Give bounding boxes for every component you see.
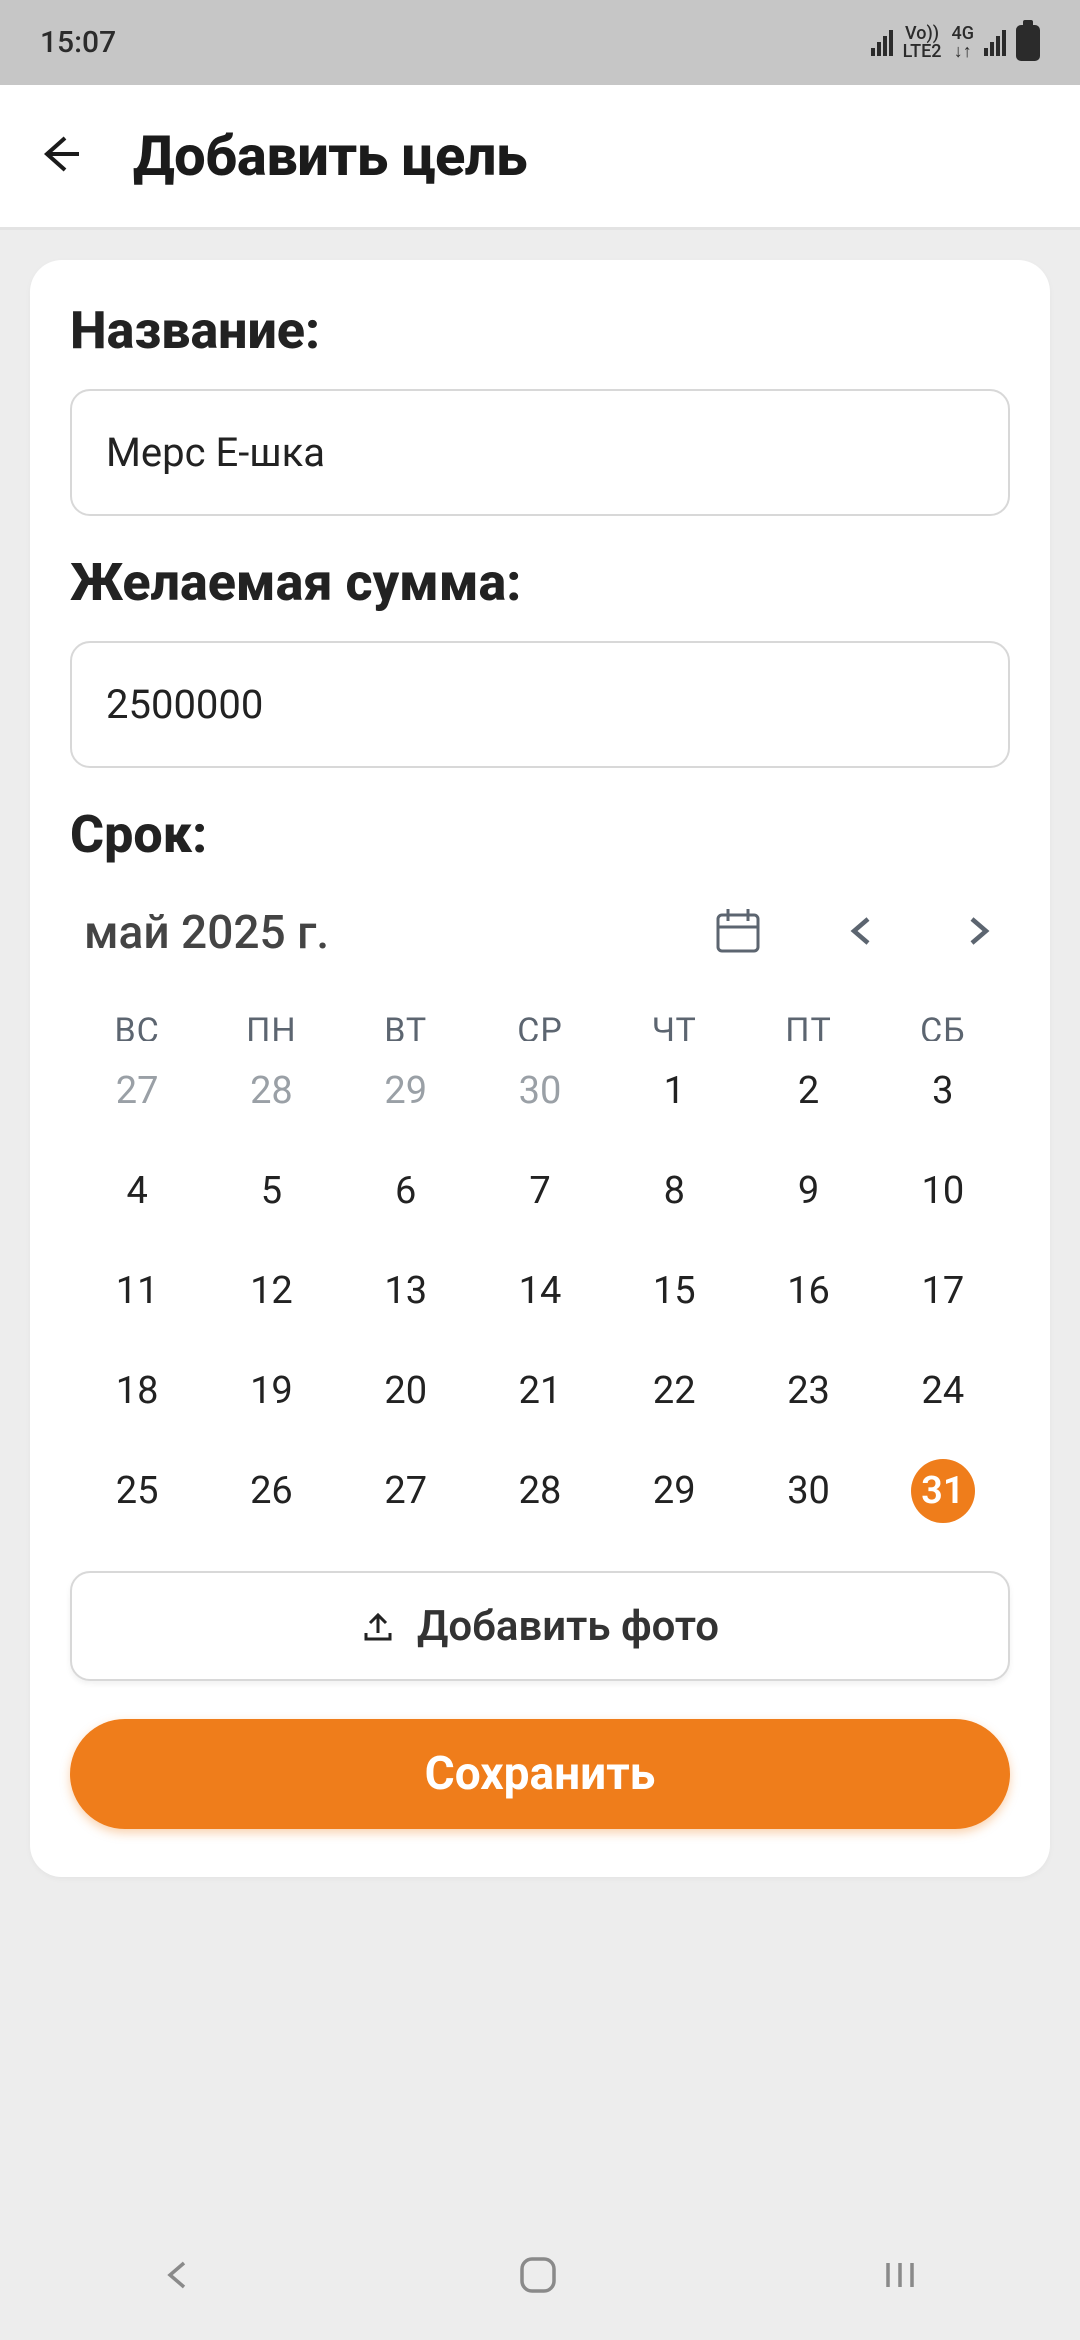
deadline-label: Срок: <box>70 804 1010 865</box>
goal-form-card: Название: Желаемая сумма: Срок: май 2025… <box>30 260 1050 1877</box>
calendar-day[interactable]: 6 <box>339 1141 473 1241</box>
calendar-weekday: СР <box>473 991 607 1041</box>
nav-home-icon[interactable] <box>516 2253 560 2297</box>
calendar-day[interactable]: 1 <box>607 1041 741 1141</box>
add-photo-button[interactable]: Добавить фото <box>70 1571 1010 1681</box>
save-button[interactable]: Сохранить <box>70 1719 1010 1829</box>
calendar-day[interactable]: 17 <box>876 1241 1010 1341</box>
calendar-day[interactable]: 23 <box>741 1341 875 1441</box>
calendar-month-label[interactable]: май 2025 г. <box>84 906 329 960</box>
page-title: Добавить цель <box>133 123 527 189</box>
calendar-weekday: ПТ <box>741 991 875 1041</box>
calendar-day[interactable]: 15 <box>607 1241 741 1341</box>
back-button[interactable] <box>35 130 83 182</box>
upload-icon <box>361 1609 395 1643</box>
calendar-day[interactable]: 25 <box>70 1441 204 1541</box>
calendar: май 2025 г. ВСПНВТСРЧТПТСБ27282930123456… <box>70 905 1010 1541</box>
calendar-day[interactable]: 27 <box>339 1441 473 1541</box>
app-header: Добавить цель <box>0 85 1080 230</box>
status-time: 15:07 <box>40 25 116 60</box>
calendar-day[interactable]: 28 <box>473 1441 607 1541</box>
calendar-day[interactable]: 18 <box>70 1341 204 1441</box>
calendar-icon[interactable] <box>712 905 764 961</box>
calendar-day[interactable]: 24 <box>876 1341 1010 1441</box>
calendar-day[interactable]: 31 <box>876 1441 1010 1541</box>
calendar-day[interactable]: 2 <box>741 1041 875 1141</box>
arrow-left-icon <box>35 130 83 178</box>
calendar-day[interactable]: 28 <box>204 1041 338 1141</box>
battery-icon <box>1016 25 1040 61</box>
calendar-day[interactable]: 14 <box>473 1241 607 1341</box>
calendar-day[interactable]: 4 <box>70 1141 204 1241</box>
calendar-day[interactable]: 30 <box>741 1441 875 1541</box>
calendar-day[interactable]: 29 <box>607 1441 741 1541</box>
calendar-day[interactable]: 12 <box>204 1241 338 1341</box>
calendar-day[interactable]: 8 <box>607 1141 741 1241</box>
calendar-day[interactable]: 20 <box>339 1341 473 1441</box>
calendar-weekday: ВС <box>70 991 204 1041</box>
calendar-day[interactable]: 11 <box>70 1241 204 1341</box>
calendar-day[interactable]: 19 <box>204 1341 338 1441</box>
prev-month-button[interactable] <box>844 913 880 953</box>
nav-recents-icon[interactable] <box>880 2257 920 2293</box>
status-bar: 15:07 Vo))LTE2 4G↓↑ <box>0 0 1080 85</box>
name-label: Название: <box>70 300 1010 361</box>
network-4g: 4G↓↑ <box>952 25 975 61</box>
signal-icon-2 <box>984 30 1006 56</box>
calendar-day[interactable]: 29 <box>339 1041 473 1141</box>
calendar-day[interactable]: 3 <box>876 1041 1010 1141</box>
status-indicators: Vo))LTE2 4G↓↑ <box>871 25 1040 61</box>
calendar-day[interactable]: 5 <box>204 1141 338 1241</box>
amount-label: Желаемая сумма: <box>70 552 1010 613</box>
system-nav-bar <box>0 2210 1080 2340</box>
amount-input[interactable] <box>70 641 1010 768</box>
calendar-day[interactable]: 21 <box>473 1341 607 1441</box>
calendar-weekday: ЧТ <box>607 991 741 1041</box>
calendar-weekday: ВТ <box>339 991 473 1041</box>
calendar-day[interactable]: 10 <box>876 1141 1010 1241</box>
name-input[interactable] <box>70 389 1010 516</box>
calendar-weekday: ПН <box>204 991 338 1041</box>
calendar-day[interactable]: 30 <box>473 1041 607 1141</box>
network-label: Vo))LTE2 <box>903 25 942 61</box>
add-photo-label: Добавить фото <box>417 1602 719 1651</box>
signal-icon <box>871 30 893 56</box>
next-month-button[interactable] <box>960 913 996 953</box>
calendar-day[interactable]: 16 <box>741 1241 875 1341</box>
calendar-weekday: СБ <box>876 991 1010 1041</box>
calendar-day[interactable]: 26 <box>204 1441 338 1541</box>
nav-back-icon[interactable] <box>160 2257 196 2293</box>
calendar-day[interactable]: 7 <box>473 1141 607 1241</box>
calendar-day[interactable]: 9 <box>741 1141 875 1241</box>
calendar-day[interactable]: 27 <box>70 1041 204 1141</box>
calendar-day[interactable]: 22 <box>607 1341 741 1441</box>
calendar-day[interactable]: 13 <box>339 1241 473 1341</box>
